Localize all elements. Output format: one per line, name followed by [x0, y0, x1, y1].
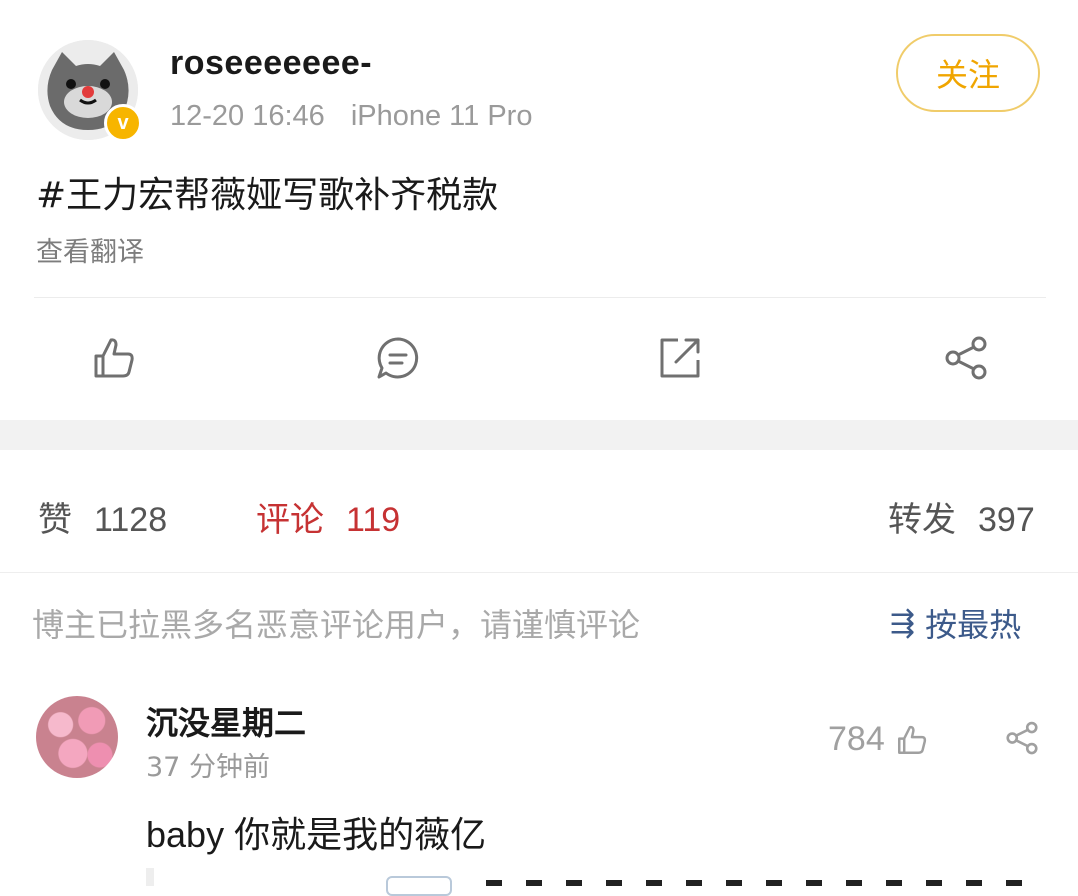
comments-count: 119 — [346, 501, 401, 539]
post-text[interactable]: #王力宏帮薇娅写歌补齐税款 — [36, 166, 498, 218]
thumbs-up-icon — [897, 725, 926, 754]
post-device: iPhone 11 Pro — [350, 100, 533, 132]
comment-text-latin: baby — [146, 814, 235, 855]
reply-author-chip[interactable] — [386, 876, 452, 896]
likes-tab[interactable]: 赞 1128 — [38, 492, 167, 541]
comments-label: 评论 — [256, 500, 324, 540]
post-meta: 12-20 16:46 iPhone 11 Pro — [170, 100, 532, 133]
share-button[interactable] — [942, 334, 990, 382]
post-timestamp: 12-20 16:46 — [170, 100, 325, 132]
divider — [0, 572, 1078, 573]
repost-button[interactable] — [656, 334, 704, 382]
comment-text-cn: 你就是我的薇亿 — [234, 815, 487, 856]
share-icon — [945, 336, 987, 380]
likes-count: 1128 — [94, 501, 168, 539]
comment-like-button[interactable]: 784 — [828, 720, 929, 759]
likes-label: 赞 — [38, 500, 72, 540]
sort-label: 按最热 — [925, 606, 1022, 644]
sort-toggle[interactable]: ⇶ 按最热 — [890, 600, 1021, 646]
share-icon — [1006, 721, 1038, 755]
reply-indent-bar — [146, 868, 154, 886]
reposts-count: 397 — [978, 501, 1035, 539]
verified-badge: v — [104, 104, 142, 142]
author-name[interactable]: roseeeeeee- — [170, 44, 372, 83]
like-button[interactable] — [90, 334, 138, 382]
comment-notice: 博主已拉黑多名恶意评论用户，请谨慎评论 — [32, 606, 641, 644]
comment-share-button[interactable] — [1004, 720, 1040, 760]
comment-icon — [377, 337, 419, 379]
commenter-name[interactable]: 沉没星期二 — [146, 698, 306, 744]
comments-tab[interactable]: 评论 119 — [256, 492, 400, 541]
commenter-avatar[interactable] — [36, 696, 118, 778]
comment-button[interactable] — [374, 334, 422, 382]
translate-link[interactable]: 查看翻译 — [36, 230, 144, 269]
comment-text[interactable]: baby 你就是我的薇亿 — [146, 806, 486, 858]
thumbs-up-icon — [94, 338, 134, 378]
comment-like-count: 784 — [828, 720, 885, 758]
section-separator — [0, 420, 1078, 450]
reply-preview-cropped — [486, 880, 1026, 886]
comment-time: 37 分钟前 — [146, 752, 270, 783]
follow-button[interactable]: 关注 — [896, 34, 1040, 112]
sort-icon: ⇶ — [890, 605, 915, 641]
repost-icon — [660, 338, 700, 378]
reposts-label: 转发 — [888, 500, 956, 540]
divider — [34, 297, 1046, 298]
reposts-tab[interactable]: 转发 397 — [888, 492, 1035, 541]
